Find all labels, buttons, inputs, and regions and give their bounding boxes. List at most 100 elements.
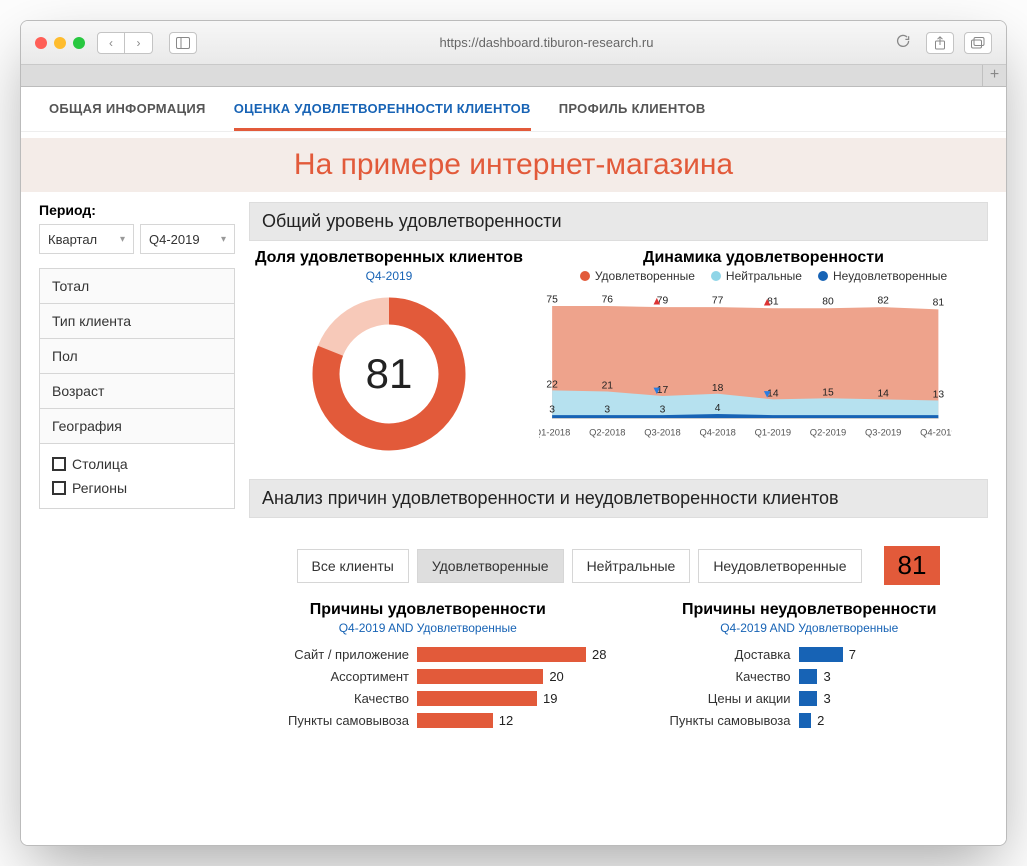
reasons-negative-sub: Q4-2019 AND Удовлетворенные <box>631 621 989 635</box>
nav-back-button[interactable]: ‹ <box>97 32 125 54</box>
svg-text:3: 3 <box>549 404 555 415</box>
sidebar-toggle-button[interactable] <box>169 32 197 54</box>
svg-text:81: 81 <box>933 298 945 309</box>
reason-label: Сайт / приложение <box>249 647 409 662</box>
pill-neutral[interactable]: Нейтральные <box>572 549 691 583</box>
pill-dissatisfied[interactable]: Неудовлетворенные <box>698 549 861 583</box>
dynamics-legend: Удовлетворенные Нейтральные Неудовлетвор… <box>539 269 988 283</box>
reason-bar <box>417 669 543 684</box>
svg-text:Q1-2018: Q1-2018 <box>539 427 570 437</box>
filter-cat-age[interactable]: Возраст <box>40 374 234 409</box>
legend-dissatisfied: Неудовлетворенные <box>833 269 947 283</box>
reason-row: Пункты самовывоза 2 <box>631 713 989 728</box>
reason-row: Цены и акции 3 <box>631 691 989 706</box>
nav-forward-button[interactable]: › <box>125 32 153 54</box>
close-window-icon[interactable] <box>35 37 47 49</box>
period-label: Период: <box>39 202 235 218</box>
svg-text:Q2-2019: Q2-2019 <box>810 427 846 437</box>
share-button[interactable] <box>926 32 954 54</box>
svg-text:13: 13 <box>933 390 945 401</box>
reason-value: 20 <box>549 669 563 684</box>
app-tabs: ОБЩАЯ ИНФОРМАЦИЯ ОЦЕНКА УДОВЛЕТВОРЕННОСТ… <box>21 87 1006 132</box>
page-content: ОБЩАЯ ИНФОРМАЦИЯ ОЦЕНКА УДОВЛЕТВОРЕННОСТ… <box>21 87 1006 845</box>
check-capital-label: Столица <box>72 456 128 472</box>
svg-text:75: 75 <box>546 294 558 305</box>
chevron-down-icon: ▾ <box>120 234 125 245</box>
reasons-negative: Причины неудовлетворенности Q4-2019 AND … <box>631 601 989 735</box>
reason-row: Сайт / приложение 28 <box>249 647 607 662</box>
reload-button[interactable] <box>896 34 914 51</box>
dynamics-title: Динамика удовлетворенности <box>539 249 988 267</box>
url-display[interactable]: https://dashboard.tiburon-research.ru <box>209 35 884 50</box>
filter-sidebar: Период: Квартал ▾ Q4-2019 ▾ Тотал Тип кл… <box>39 202 235 735</box>
svg-text:Q1-2019: Q1-2019 <box>755 427 791 437</box>
section-reasons-title: Анализ причин удовлетворенности и неудов… <box>249 479 988 518</box>
reason-label: Качество <box>249 691 409 706</box>
reason-bar <box>799 669 818 684</box>
reason-bar <box>799 691 818 706</box>
reload-icon <box>896 34 910 48</box>
period-mode-select[interactable]: Квартал ▾ <box>39 224 134 254</box>
svg-text:15: 15 <box>822 387 834 398</box>
check-regions[interactable]: Регионы <box>50 476 224 500</box>
reason-label: Доставка <box>631 647 791 662</box>
reason-value: 7 <box>849 647 856 662</box>
check-capital[interactable]: Столица <box>50 452 224 476</box>
period-value: Q4-2019 <box>149 232 200 247</box>
reason-row: Пункты самовывоза 12 <box>249 713 607 728</box>
reasons-negative-title: Причины неудовлетворенности <box>631 601 989 619</box>
reason-bar <box>417 647 586 662</box>
reason-bar <box>417 713 493 728</box>
reason-value: 2 <box>817 713 824 728</box>
svg-text:▲: ▲ <box>762 296 773 308</box>
pill-all[interactable]: Все клиенты <box>297 549 409 583</box>
minimize-window-icon[interactable] <box>54 37 66 49</box>
chevron-down-icon: ▾ <box>221 234 226 245</box>
reason-value: 12 <box>499 713 513 728</box>
period-value-select[interactable]: Q4-2019 ▾ <box>140 224 235 254</box>
reasons-positive-title: Причины удовлетворенности <box>249 601 607 619</box>
reason-bar <box>799 647 843 662</box>
maximize-window-icon[interactable] <box>73 37 85 49</box>
filter-categories: Тотал Тип клиента Пол Возраст География … <box>39 268 235 509</box>
reason-row: Доставка 7 <box>631 647 989 662</box>
chrome-right <box>926 32 992 54</box>
donut-card: Доля удовлетворенных клиентов Q4-2019 81 <box>249 249 529 463</box>
reason-row: Качество 3 <box>631 669 989 684</box>
svg-text:3: 3 <box>660 404 666 415</box>
svg-text:22: 22 <box>546 380 558 391</box>
tab-general[interactable]: ОБЩАЯ ИНФОРМАЦИЯ <box>49 101 206 131</box>
donut-value: 81 <box>308 293 470 455</box>
svg-text:77: 77 <box>712 295 724 306</box>
reason-label: Пункты самовывоза <box>631 713 791 728</box>
period-mode-value: Квартал <box>48 232 97 247</box>
tab-profile[interactable]: ПРОФИЛЬ КЛИЕНТОВ <box>559 101 706 131</box>
donut-sub: Q4-2019 <box>249 269 529 283</box>
svg-text:76: 76 <box>602 294 614 305</box>
client-filter-pills: Все клиенты Удовлетворенные Нейтральные … <box>249 546 988 585</box>
svg-text:▲: ▲ <box>651 295 662 307</box>
filter-cat-total[interactable]: Тотал <box>40 269 234 304</box>
svg-text:80: 80 <box>822 297 834 308</box>
browser-window: ‹ › https://dashboard.tiburon-research.r… <box>20 20 1007 846</box>
new-tab-button[interactable]: + <box>982 65 1006 86</box>
tab-satisfaction[interactable]: ОЦЕНКА УДОВЛЕТВОРЕННОСТИ КЛИЕНТОВ <box>234 101 531 131</box>
filter-cat-type[interactable]: Тип клиента <box>40 304 234 339</box>
tabs-button[interactable] <box>964 32 992 54</box>
nav-buttons: ‹ › <box>97 32 153 54</box>
traffic-lights <box>35 37 85 49</box>
tab-strip: + <box>21 65 1006 87</box>
pill-satisfied[interactable]: Удовлетворенные <box>417 549 564 583</box>
reason-row: Качество 19 <box>249 691 607 706</box>
svg-text:82: 82 <box>877 295 889 306</box>
check-regions-label: Регионы <box>72 480 127 496</box>
sidebar-icon <box>176 37 190 49</box>
dynamics-chart: 757679778180828122211718141514133334▲▲▼▼… <box>539 291 952 441</box>
filter-cat-gender[interactable]: Пол <box>40 339 234 374</box>
filter-cat-geography[interactable]: География <box>40 409 234 444</box>
share-icon <box>934 36 946 50</box>
reason-value: 19 <box>543 691 557 706</box>
reason-bar <box>799 713 812 728</box>
donut-title: Доля удовлетворенных клиентов <box>249 249 529 267</box>
legend-satisfied: Удовлетворенные <box>595 269 695 283</box>
